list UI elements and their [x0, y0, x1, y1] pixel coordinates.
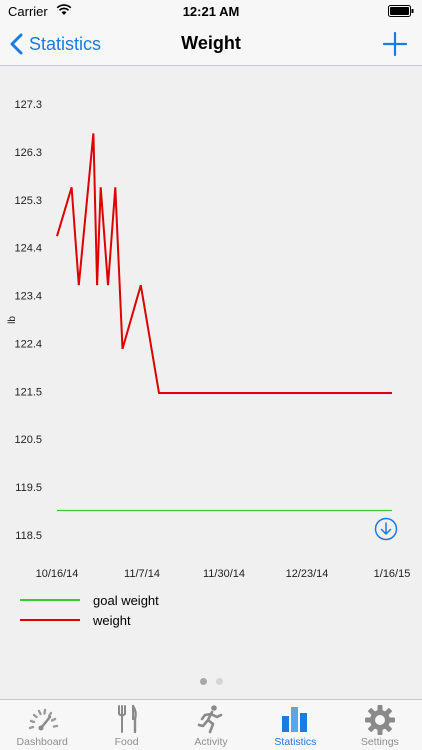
tab-settings[interactable]: Settings: [338, 700, 422, 750]
runner-icon: [197, 705, 223, 734]
y-tick-label: 126.3: [14, 147, 42, 159]
tab-food[interactable]: Food: [84, 700, 168, 750]
tab-activity[interactable]: Activity: [169, 700, 253, 750]
page-dot-1[interactable]: [199, 678, 207, 685]
y-tick-label: 123.4: [14, 291, 42, 303]
x-tick-label: 11/30/14: [203, 568, 245, 580]
gauge-icon: [29, 708, 59, 731]
x-tick-label: 10/16/14: [36, 568, 79, 580]
page-title: Weight: [181, 33, 241, 53]
add-icon[interactable]: [380, 29, 410, 59]
page-dot-2[interactable]: [215, 678, 223, 685]
download-icon[interactable]: [374, 517, 398, 541]
tab-label: Statistics: [274, 736, 317, 748]
weight-line: [56, 133, 392, 394]
x-tick-label: 12/23/14: [286, 568, 329, 580]
y-tick-label: 121.5: [14, 386, 42, 398]
gear-icon: [364, 705, 395, 735]
chart-area: 127.3 126.3 125.3 124.4 123.4 122.4 121.5 120.5…: [0, 67, 422, 699]
y-tick-label: 120.5: [14, 434, 42, 446]
battery-icon: [388, 5, 414, 17]
chart-legend: goal weight weight: [20, 590, 159, 630]
tab-bar: Dashboard Food Activity Statistics Setti…: [0, 699, 422, 750]
tab-statistics[interactable]: Statistics: [253, 700, 337, 750]
legend-swatch-goal: [20, 599, 80, 601]
legend-item-goal-weight: goal weight: [20, 590, 159, 610]
page-indicator[interactable]: [0, 678, 422, 685]
legend-label-weight: weight: [93, 612, 131, 628]
tab-label: Dashboard: [16, 736, 68, 748]
legend-label-goal: goal weight: [93, 592, 159, 608]
weight-chart: 127.3 126.3 125.3 124.4 123.4 122.4 121.5 120.5…: [7, 99, 411, 580]
fork-knife-icon: [117, 704, 137, 734]
x-tick-label: 11/7/14: [124, 568, 160, 580]
tab-label: Settings: [360, 736, 399, 748]
tab-label: Activity: [194, 736, 228, 748]
legend-swatch-weight: [20, 619, 80, 621]
legend-item-weight: weight: [20, 610, 159, 630]
y-tick-label: 119.5: [15, 482, 42, 494]
y-axis-label: lb: [7, 316, 18, 324]
tab-dashboard[interactable]: Dashboard: [0, 700, 84, 750]
y-tick-label: 122.4: [14, 338, 42, 350]
navigation-bar: Statistics Weight: [0, 22, 422, 66]
status-time: 12:21 AM: [182, 4, 240, 19]
tab-label: Food: [114, 736, 139, 748]
y-tick-label: 124.4: [14, 243, 42, 255]
bar-chart-icon: [282, 707, 308, 732]
y-tick-label: 125.3: [14, 195, 42, 207]
y-tick-label: 118.5: [15, 530, 42, 542]
x-tick-label: 1/16/15: [374, 568, 411, 580]
status-bar: Carrier 12:21 AM: [0, 0, 422, 22]
y-tick-label: 127.3: [14, 99, 42, 111]
